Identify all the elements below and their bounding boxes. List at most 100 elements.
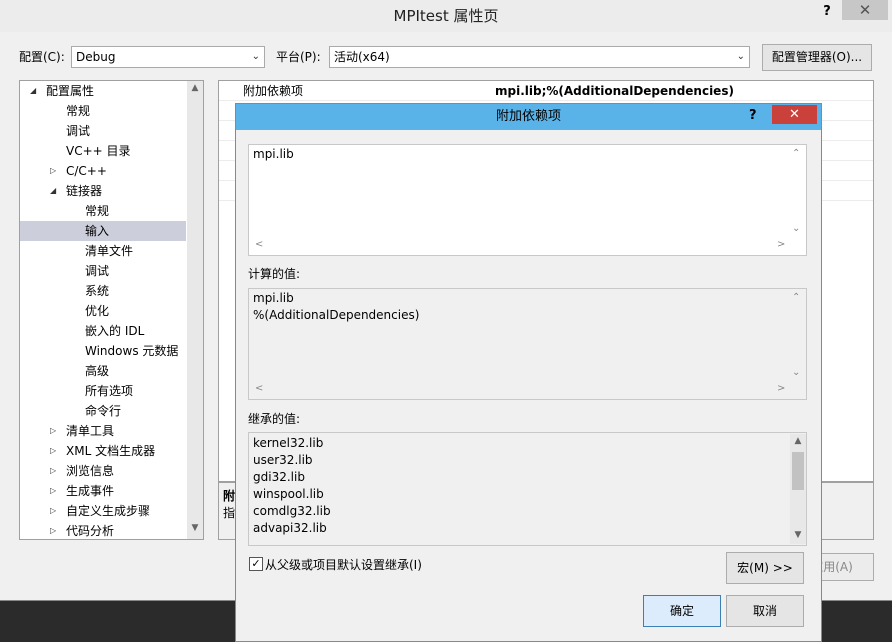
grid-row-divider (219, 100, 873, 101)
scroll-right-icon[interactable]: > (777, 239, 785, 250)
tree-item[interactable]: Windows 元数据 (20, 341, 186, 361)
scroll-up-icon[interactable]: ⌃ (792, 292, 800, 303)
tree-item-label: 浏览信息 (66, 464, 115, 478)
inherit-checkbox-label[interactable]: 从父级或项目默认设置继承(I) (265, 556, 422, 573)
macro-button[interactable]: 宏(M) >> (726, 552, 804, 584)
tree-item-label: 链接器 (66, 184, 103, 198)
chevron-down-icon: ⌄ (251, 51, 260, 62)
collapsed-arrow-icon[interactable]: ▷ (50, 501, 60, 521)
collapsed-arrow-icon[interactable]: ▷ (50, 461, 60, 481)
description-title: 附 (223, 489, 236, 503)
window-title: MPItest 属性页 (393, 7, 499, 25)
tree-item[interactable]: ▷ 自定义生成步骤 (20, 501, 186, 521)
scroll-up-icon[interactable]: ▲ (790, 436, 806, 446)
property-name[interactable]: 附加依赖项 (243, 83, 303, 99)
tree-item-label: 嵌入的 IDL (85, 324, 145, 338)
tree-item-label: 调试 (66, 124, 91, 138)
scroll-left-icon[interactable]: < (255, 239, 263, 250)
dialog-title: 附加依赖项 (495, 109, 561, 124)
tree-item-label: VC++ 目录 (66, 144, 131, 158)
tree-item-label: 生成事件 (66, 484, 115, 498)
tree-item[interactable]: ▷ C/C++ (20, 161, 186, 181)
platform-combo-value: 活动(x64) (334, 50, 390, 64)
scroll-down-icon[interactable]: ▼ (790, 530, 806, 540)
tree-item[interactable]: 清单文件 (20, 241, 186, 261)
property-value[interactable]: mpi.lib;%(AdditionalDependencies) (495, 83, 734, 99)
scroll-down-icon[interactable]: ⌄ (792, 367, 800, 378)
expanded-arrow-icon[interactable]: ◢ (50, 181, 60, 201)
tree-item[interactable]: 命令行 (20, 401, 186, 421)
collapsed-arrow-icon[interactable]: ▷ (50, 161, 60, 181)
tree-item[interactable]: 调试 (20, 261, 186, 281)
tree-item-label: 常规 (66, 104, 91, 118)
scroll-down-icon[interactable]: ⌄ (792, 223, 800, 234)
dialog-help-button[interactable]: ? (749, 104, 757, 128)
tree-item-label: C/C++ (66, 164, 107, 178)
collapsed-arrow-icon[interactable]: ▷ (50, 421, 60, 441)
tree-item-label: 输入 (85, 224, 110, 238)
dialog-close-button[interactable]: ✕ (772, 105, 817, 124)
tree-item-label: 代码分析 (66, 524, 115, 538)
tree-item-label: 系统 (85, 284, 110, 298)
dependencies-edit-box[interactable]: mpi.lib ⌃ ⌄ < > (248, 144, 807, 256)
computed-line: mpi.lib (253, 291, 294, 305)
tree-item[interactable]: ▷ 生成事件 (20, 481, 186, 501)
tree-item-label: 调试 (85, 264, 110, 278)
computed-line: %(AdditionalDependencies) (253, 308, 420, 322)
collapsed-arrow-icon[interactable]: ▷ (50, 521, 60, 539)
tree-item[interactable]: 优化 (20, 301, 186, 321)
additional-dependencies-dialog: 附加依赖项 ? ✕ mpi.lib ⌃ ⌄ < > 计算的值: mpi.lib … (235, 103, 822, 642)
window-close-button[interactable]: ✕ (842, 0, 888, 20)
inherited-scrollbar[interactable]: ▲ ▼ (790, 434, 806, 544)
dialog-title-bar: 附加依赖项 ? ✕ (236, 104, 821, 130)
tree-item[interactable]: VC++ 目录 (20, 141, 186, 161)
scroll-right-icon[interactable]: > (777, 383, 785, 394)
tree-item[interactable]: 系统 (20, 281, 186, 301)
tree-item[interactable]: ◢ 链接器 (20, 181, 186, 201)
tree-item-label: 清单工具 (66, 424, 115, 438)
ok-button[interactable]: 确定 (643, 595, 721, 627)
collapsed-arrow-icon[interactable]: ▷ (50, 481, 60, 501)
computed-label: 计算的值: (248, 267, 301, 281)
tree-scrollbar[interactable]: ▲ ▼ (187, 81, 203, 539)
checkmark-icon: ✓ (251, 557, 261, 570)
inherited-line: kernel32.lib (253, 436, 324, 450)
tree-item[interactable]: ▷ 清单工具 (20, 421, 186, 441)
tree-item-label: 清单文件 (85, 244, 134, 258)
tree-item[interactable]: 高级 (20, 361, 186, 381)
tree-item[interactable]: ▷ XML 文档生成器 (20, 441, 186, 461)
config-manager-button[interactable]: 配置管理器(O)... (762, 44, 872, 71)
tree-item[interactable]: ▷ 代码分析 (20, 521, 186, 539)
collapsed-arrow-icon[interactable]: ▷ (50, 441, 60, 461)
config-label: 配置(C): (19, 50, 65, 64)
scroll-down-icon[interactable]: ▼ (187, 523, 203, 533)
platform-label: 平台(P): (276, 50, 321, 64)
tree-item-label: 自定义生成步骤 (66, 504, 151, 518)
cancel-button[interactable]: 取消 (726, 595, 804, 627)
tree-item[interactable]: 调试 (20, 121, 186, 141)
tree-item[interactable]: 常规 (20, 101, 186, 121)
tree-item[interactable]: 常规 (20, 201, 186, 221)
config-combo[interactable]: Debug ⌄ (71, 46, 265, 68)
tree-item-label: 常规 (85, 204, 110, 218)
tree-item[interactable]: 所有选项 (20, 381, 186, 401)
scroll-up-icon[interactable]: ▲ (187, 83, 203, 93)
scrollbar-thumb[interactable] (792, 452, 804, 490)
config-combo-value: Debug (76, 50, 116, 64)
tree-item-label: 优化 (85, 304, 110, 318)
tree-item-label: 所有选项 (85, 384, 134, 398)
window-help-button[interactable]: ? (814, 2, 840, 22)
inherited-values-box: kernel32.lib user32.lib gdi32.lib winspo… (248, 432, 807, 546)
inherit-checkbox[interactable]: ✓ (249, 557, 263, 571)
tree-item[interactable]: 嵌入的 IDL (20, 321, 186, 341)
tree-item[interactable]: ◢ 配置属性 (20, 81, 186, 101)
tree-item[interactable]: 输入 (20, 221, 186, 241)
platform-combo[interactable]: 活动(x64) ⌄ (329, 46, 750, 68)
inherited-line: winspool.lib (253, 487, 324, 501)
expanded-arrow-icon[interactable]: ◢ (30, 81, 40, 101)
scroll-left-icon[interactable]: < (255, 383, 263, 394)
inherited-line: advapi32.lib (253, 521, 327, 535)
edit-text[interactable]: mpi.lib (253, 146, 294, 163)
scroll-up-icon[interactable]: ⌃ (792, 148, 800, 159)
tree-item[interactable]: ▷ 浏览信息 (20, 461, 186, 481)
